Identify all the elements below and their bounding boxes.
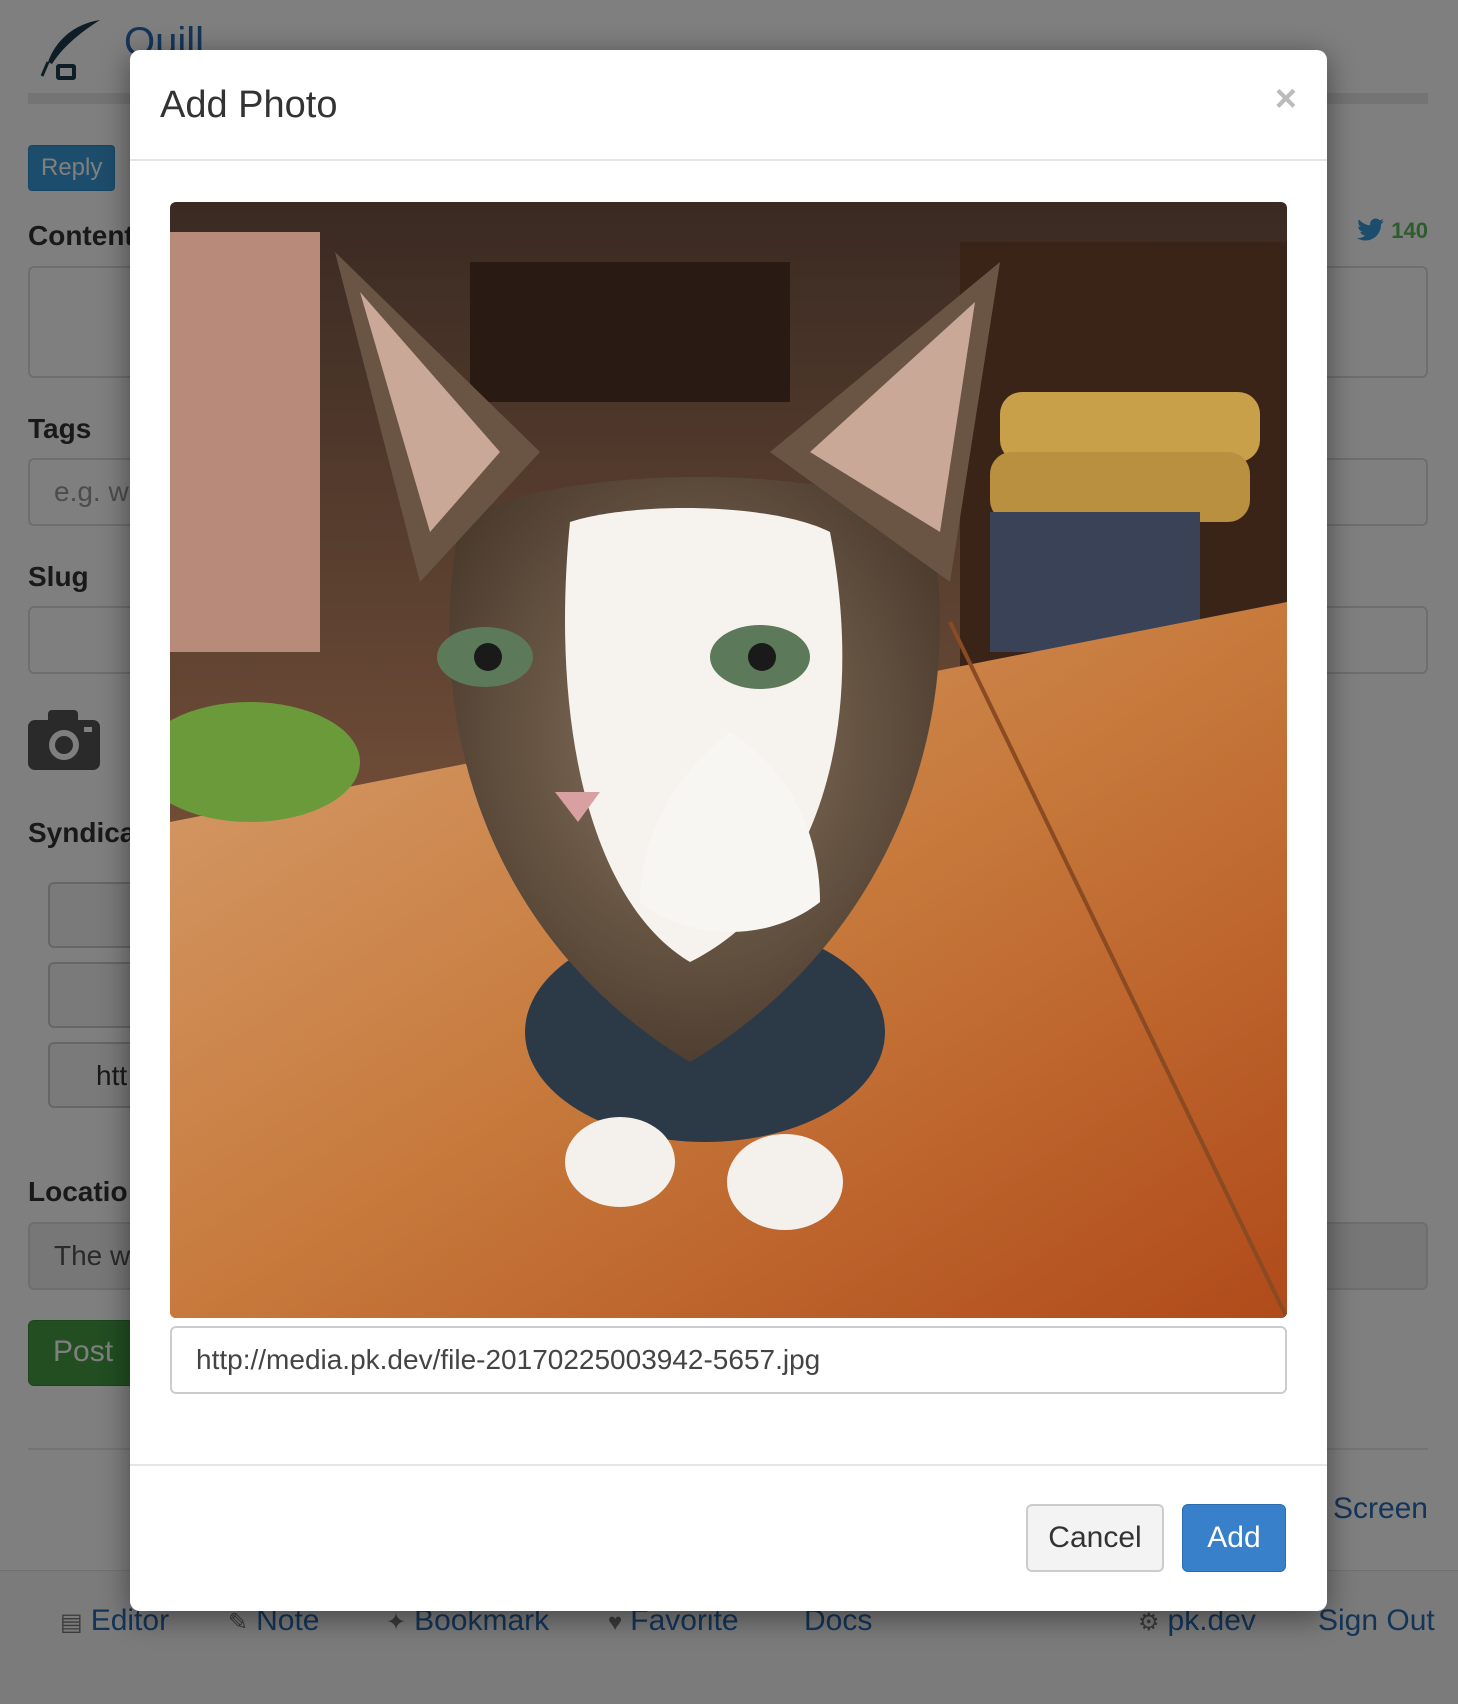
add-button[interactable]: Add [1182,1504,1286,1572]
add-photo-dialog: Add Photo × http://media.pk.dev/file-201… [130,50,1327,1611]
cancel-button[interactable]: Cancel [1026,1504,1164,1572]
photo-url-input[interactable] [170,1326,1287,1394]
modal-title: Add Photo [160,84,338,126]
photo-preview [170,202,1287,1318]
modal-footer-divider [130,1464,1327,1466]
modal-header: Add Photo × [130,50,1327,161]
close-icon[interactable]: × [1275,80,1297,118]
